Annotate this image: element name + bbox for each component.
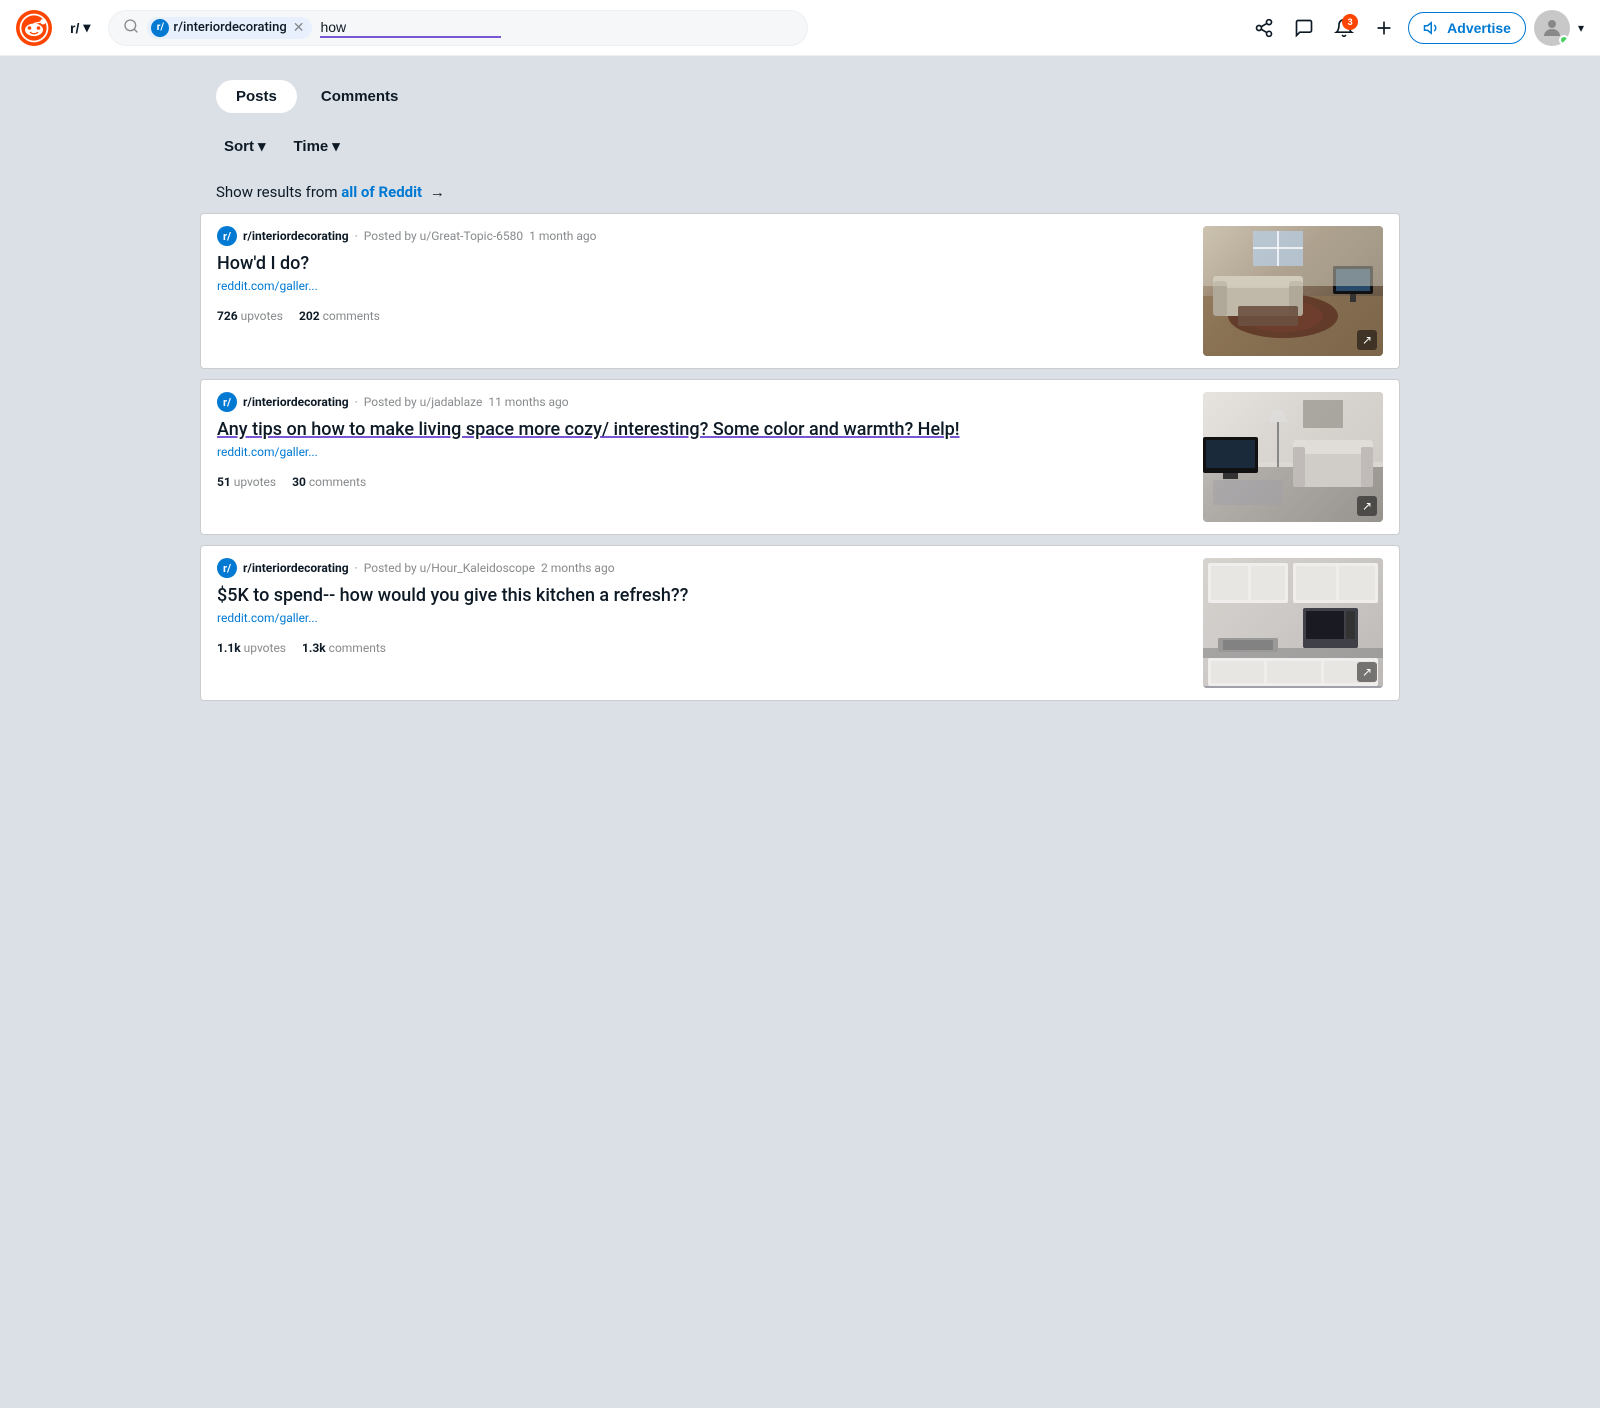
search-input-wrapper — [320, 17, 501, 38]
post-author: Posted by u/Hour_Kaleidoscope — [364, 561, 535, 575]
time-arrow-icon: ▾ — [332, 137, 340, 155]
user-dropdown-arrow[interactable]: ▾ — [1578, 21, 1584, 35]
post-subreddit-icon: r/ — [217, 226, 237, 246]
post-upvotes: 726 upvotes — [217, 309, 283, 323]
post-title[interactable]: How'd I do? — [217, 252, 1191, 275]
post-meta: r/ r/interiordecorating · Posted by u/Gr… — [217, 226, 1191, 246]
subreddit-filter-pill[interactable]: r/ r/interiordecorating ✕ — [147, 17, 312, 39]
post-time: 1 month ago — [529, 229, 596, 243]
search-input[interactable] — [320, 19, 501, 38]
sort-label: Sort — [224, 138, 254, 155]
post-card[interactable]: r/ r/interiordecorating · Posted by u/Gr… — [200, 213, 1400, 369]
sort-filter-button[interactable]: Sort ▾ — [216, 133, 274, 159]
thumbnail-external-link-icon: ↗ — [1357, 662, 1377, 682]
tab-comments[interactable]: Comments — [301, 80, 419, 113]
post-content: r/ r/interiordecorating · Posted by u/ja… — [217, 392, 1191, 489]
time-filter-button[interactable]: Time ▾ — [286, 133, 348, 159]
home-button[interactable]: r/ ▾ — [62, 15, 98, 40]
post-upvotes: 1.1k upvotes — [217, 641, 286, 655]
post-stats: 726 upvotes 202 comments — [217, 309, 1191, 323]
tab-posts[interactable]: Posts — [216, 80, 297, 113]
all-of-reddit-link[interactable]: all of Reddit — [341, 183, 422, 201]
post-separator: · — [355, 229, 358, 243]
post-author: Posted by u/jadablaze — [364, 395, 483, 409]
user-online-indicator — [1559, 35, 1569, 45]
thumbnail-external-link-icon: ↗ — [1357, 496, 1377, 516]
remove-filter-button[interactable]: ✕ — [293, 20, 305, 36]
post-subreddit-icon: r/ — [217, 392, 237, 412]
post-separator: · — [355, 561, 358, 575]
post-card[interactable]: r/ r/interiordecorating · Posted by u/Ho… — [200, 545, 1400, 701]
post-time: 2 months ago — [541, 561, 615, 575]
post-thumbnail[interactable]: ↗ — [1203, 558, 1383, 688]
post-link[interactable]: reddit.com/galler... — [217, 445, 1191, 459]
search-bar[interactable]: r/ r/interiordecorating ✕ — [108, 10, 808, 46]
nav-icons: 3 Advertise ▾ — [1248, 10, 1584, 46]
post-separator: · — [355, 395, 358, 409]
post-link[interactable]: reddit.com/galler... — [217, 279, 1191, 293]
chat-icon-button[interactable] — [1288, 12, 1320, 44]
advertise-button[interactable]: Advertise — [1408, 12, 1526, 44]
post-content: r/ r/interiordecorating · Posted by u/Gr… — [217, 226, 1191, 323]
reddit-logo[interactable] — [16, 10, 52, 46]
post-subreddit-name: r/interiordecorating — [243, 561, 349, 575]
filter-bar: Sort ▾ Time ▾ — [200, 121, 1400, 171]
post-stats: 51 upvotes 30 comments — [217, 475, 1191, 489]
search-icon — [123, 18, 139, 38]
home-dropdown-icon: ▾ — [83, 19, 90, 36]
thumbnail-external-link-icon: ↗ — [1357, 330, 1377, 350]
subreddit-filter-label: r/interiordecorating — [173, 20, 286, 35]
show-results-arrow: → — [430, 183, 445, 201]
post-meta: r/ r/interiordecorating · Posted by u/ja… — [217, 392, 1191, 412]
post-content: r/ r/interiordecorating · Posted by u/Ho… — [217, 558, 1191, 655]
post-subreddit-name: r/interiordecorating — [243, 395, 349, 409]
home-label: r/ — [70, 20, 79, 36]
tabs-bar: Posts Comments — [200, 72, 1400, 121]
post-meta: r/ r/interiordecorating · Posted by u/Ho… — [217, 558, 1191, 578]
post-subreddit-name: r/interiordecorating — [243, 229, 349, 243]
post-author: Posted by u/Great-Topic-6580 — [364, 229, 523, 243]
post-stats: 1.1k upvotes 1.3k comments — [217, 641, 1191, 655]
notification-badge: 3 — [1342, 14, 1358, 30]
content-area: Posts Comments Sort ▾ Time ▾ Show result… — [200, 56, 1400, 727]
time-label: Time — [294, 138, 329, 155]
post-link[interactable]: reddit.com/galler... — [217, 611, 1191, 625]
notification-bell-button[interactable]: 3 — [1328, 12, 1360, 44]
post-upvotes: 51 upvotes — [217, 475, 276, 489]
navbar: r/ ▾ r/ r/interiordecorating ✕ — [0, 0, 1600, 56]
post-card[interactable]: r/ r/interiordecorating · Posted by u/ja… — [200, 379, 1400, 535]
post-thumbnail[interactable]: ↗ — [1203, 392, 1383, 522]
post-title[interactable]: Any tips on how to make living space mor… — [217, 418, 1191, 441]
create-post-button[interactable] — [1368, 12, 1400, 44]
show-results-bar: Show results from all of Reddit → — [200, 171, 1400, 213]
post-subreddit-icon: r/ — [217, 558, 237, 578]
post-comments: 202 comments — [299, 309, 380, 323]
user-avatar[interactable] — [1534, 10, 1570, 46]
sort-arrow-icon: ▾ — [258, 137, 266, 155]
subreddit-icon: r/ — [151, 19, 169, 37]
post-title[interactable]: $5K to spend-- how would you give this k… — [217, 584, 1191, 607]
post-comments: 1.3k comments — [302, 641, 386, 655]
share-icon-button[interactable] — [1248, 12, 1280, 44]
post-comments: 30 comments — [292, 475, 366, 489]
show-results-prefix: Show results from — [216, 183, 341, 201]
post-time: 11 months ago — [488, 395, 568, 409]
post-thumbnail[interactable]: ↗ — [1203, 226, 1383, 356]
advertise-label: Advertise — [1447, 20, 1511, 36]
